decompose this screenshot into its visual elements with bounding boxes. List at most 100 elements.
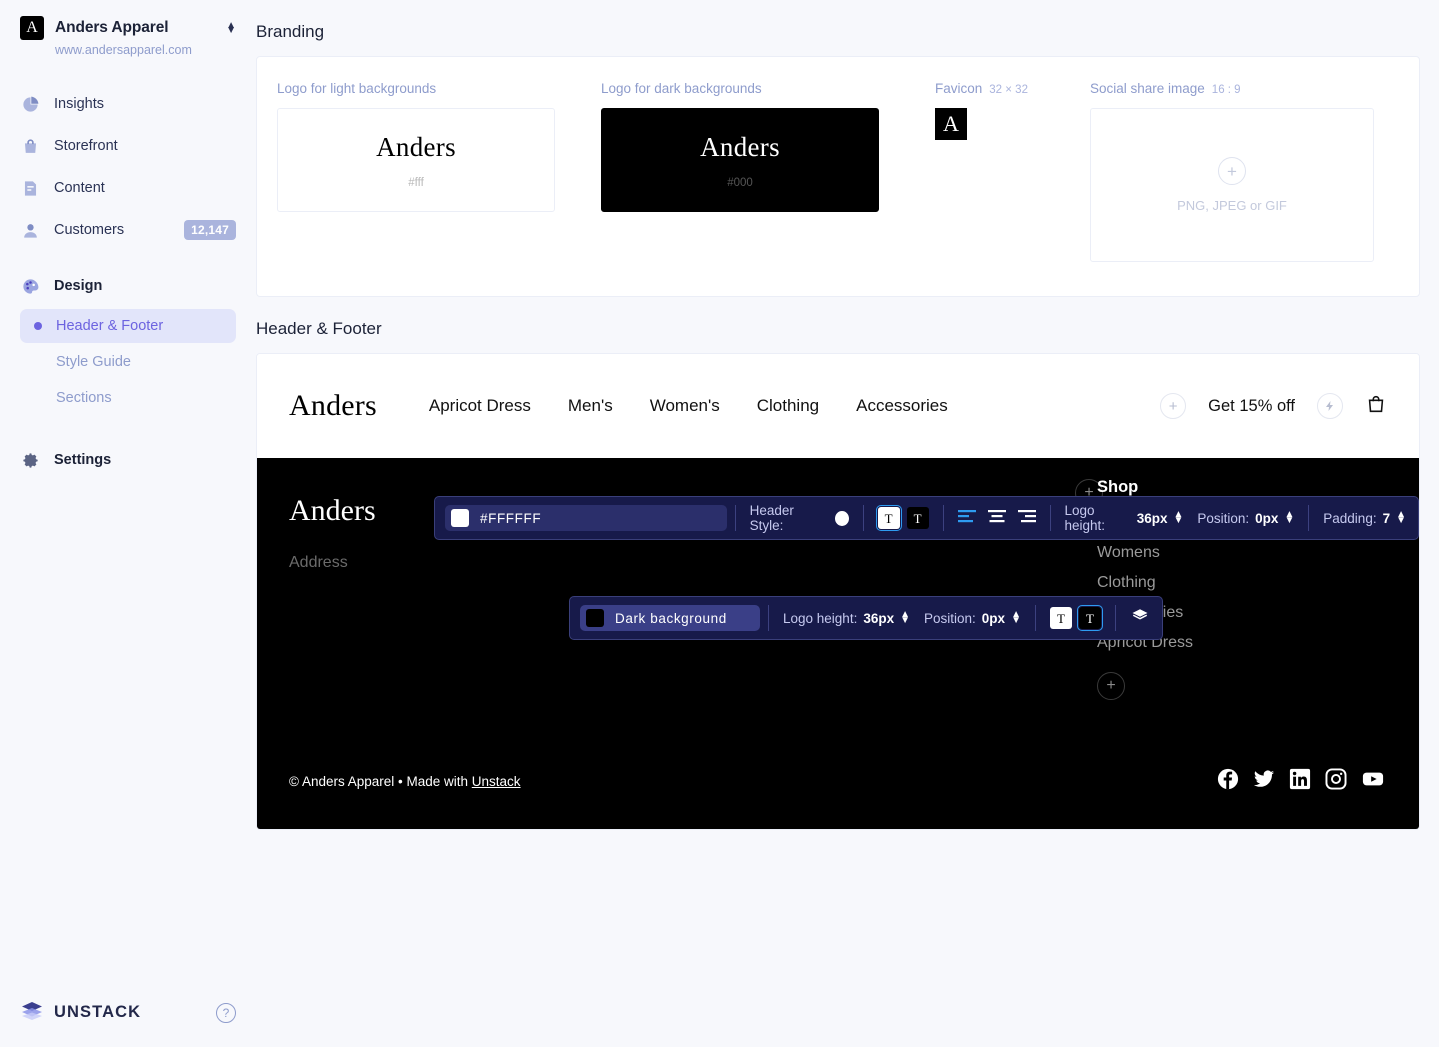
text-dark-icon[interactable]: T xyxy=(907,507,929,529)
sidebar-item-style-guide[interactable]: Style Guide xyxy=(20,345,236,379)
sidebar-item-sections[interactable]: Sections xyxy=(20,381,236,415)
sidebar-item-storefront[interactable]: Storefront xyxy=(0,125,256,167)
social-share-dropzone[interactable]: + PNG, JPEG or GIF xyxy=(1090,108,1374,262)
layers-icon[interactable] xyxy=(1130,607,1150,630)
workspace-url[interactable]: www.andersapparel.com xyxy=(0,40,256,57)
shopping-bag-icon[interactable] xyxy=(1365,393,1387,420)
unstack-logo-icon xyxy=(20,998,44,1027)
logo-height-stepper[interactable]: ▲▼ xyxy=(900,612,910,624)
linkedin-icon[interactable] xyxy=(1289,768,1311,795)
social-share-ratio-hint: 16 : 9 xyxy=(1212,84,1241,96)
position-label: Position: xyxy=(924,611,976,626)
align-left-icon[interactable] xyxy=(958,509,976,528)
sidebar-item-label: Content xyxy=(54,180,236,196)
add-nav-item-icon[interactable]: + xyxy=(1160,393,1186,419)
footer-settings-toolbar: Dark background Logo height: 36px ▲▼ Pos… xyxy=(569,596,1163,640)
nav-link-mens[interactable]: Men's xyxy=(568,396,613,416)
header-footer-section-title: Header & Footer xyxy=(256,297,1439,353)
sidebar-item-design[interactable]: Design xyxy=(0,265,256,307)
position-stepper[interactable]: ▲▼ xyxy=(1011,612,1021,624)
social-share-label: Social share image16 : 9 xyxy=(1090,81,1374,96)
header-style-group: Header Style: xyxy=(738,497,861,539)
favicon-label-text: Favicon xyxy=(935,81,982,96)
logo-height-label: Logo height: xyxy=(1064,503,1130,533)
nav-link-apricot-dress[interactable]: Apricot Dress xyxy=(429,396,531,416)
position-label: Position: xyxy=(1197,511,1249,526)
footer-logo-height-group: Logo height: 36px ▲▼ xyxy=(771,597,922,639)
divider xyxy=(768,605,769,631)
shopping-bag-icon xyxy=(20,136,40,156)
header-padding-group: Padding: 7 ▲▼ xyxy=(1311,497,1418,539)
sidebar-item-customers[interactable]: Customers 12,147 xyxy=(0,209,256,251)
header-logo-height-group: Logo height: 36px ▲▼ xyxy=(1052,497,1195,539)
header-color-field[interactable]: #FFFFFF xyxy=(445,505,727,531)
footer-background-field[interactable]: Dark background xyxy=(580,605,760,631)
sidebar-item-label: Settings xyxy=(54,452,236,468)
header-footer-panel: Anders Apricot Dress Men's Women's Cloth… xyxy=(256,353,1420,830)
lightning-bolt-icon[interactable] xyxy=(1317,393,1343,419)
color-swatch-icon[interactable] xyxy=(451,509,469,527)
align-right-icon[interactable] xyxy=(1018,509,1036,528)
social-share-upload-hint: PNG, JPEG or GIF xyxy=(1177,198,1287,213)
plus-icon[interactable]: + xyxy=(1218,157,1246,185)
divider xyxy=(1115,605,1116,631)
twitter-icon[interactable] xyxy=(1253,768,1275,795)
divider xyxy=(735,505,736,531)
sidebar-item-header-footer[interactable]: Header & Footer xyxy=(20,309,236,343)
workspace-switcher[interactable]: A Anders Apparel ▲▼ xyxy=(0,0,256,40)
divider xyxy=(1050,505,1051,531)
filled-circle-icon[interactable] xyxy=(835,511,849,526)
social-share-field: Social share image16 : 9 + PNG, JPEG or … xyxy=(1090,81,1374,262)
favicon-label: Favicon32 × 32 xyxy=(935,81,1028,96)
sidebar-item-insights[interactable]: Insights xyxy=(0,83,256,125)
add-footer-link-icon[interactable]: + xyxy=(1097,672,1125,700)
site-header-nav: Apricot Dress Men's Women's Clothing Acc… xyxy=(429,396,1160,416)
color-swatch-icon[interactable] xyxy=(586,609,604,627)
light-logo-preview[interactable]: Anders #fff xyxy=(277,108,555,212)
dark-logo-preview[interactable]: Anders #000 xyxy=(601,108,879,212)
padding-label: Padding: xyxy=(1323,511,1376,526)
site-header-preview[interactable]: Anders Apricot Dress Men's Women's Cloth… xyxy=(257,354,1419,458)
logo-height-value: 36px xyxy=(1137,511,1168,526)
footer-link-womens[interactable]: Womens xyxy=(1097,544,1297,562)
nav-link-accessories[interactable]: Accessories xyxy=(856,396,948,416)
nav-link-womens[interactable]: Women's xyxy=(650,396,720,416)
dark-logo-hex: #000 xyxy=(727,177,753,189)
workspace-name: Anders Apparel xyxy=(55,19,215,37)
instagram-icon[interactable] xyxy=(1325,768,1347,795)
site-header-actions: + Get 15% off xyxy=(1160,393,1387,420)
padding-stepper[interactable]: ▲▼ xyxy=(1396,512,1406,524)
footer-text-color-group: T T xyxy=(1038,597,1113,639)
position-stepper[interactable]: ▲▼ xyxy=(1284,512,1294,524)
text-light-icon[interactable]: T xyxy=(1050,607,1072,629)
header-position-group: Position: 0px ▲▼ xyxy=(1195,497,1306,539)
footer-column-title: Shop xyxy=(1097,478,1297,497)
text-dark-icon[interactable]: T xyxy=(1079,607,1101,629)
footer-copyright-link[interactable]: Unstack xyxy=(472,774,521,789)
promo-label[interactable]: Get 15% off xyxy=(1208,397,1295,416)
document-icon xyxy=(20,178,40,198)
nav-link-clothing[interactable]: Clothing xyxy=(757,396,819,416)
sidebar-item-label: Storefront xyxy=(54,138,236,154)
sidebar-item-settings[interactable]: Settings xyxy=(0,439,256,481)
footer-background-label: Dark background xyxy=(615,611,727,626)
sidebar-item-label: Insights xyxy=(54,96,236,112)
favicon-preview[interactable]: A xyxy=(935,108,967,140)
logo-height-stepper[interactable]: ▲▼ xyxy=(1173,512,1183,524)
help-icon[interactable]: ? xyxy=(216,1003,236,1023)
main-content: Branding Logo for light backgrounds Ande… xyxy=(256,0,1439,1047)
footer-social-links xyxy=(1217,768,1385,795)
customers-count-badge: 12,147 xyxy=(184,220,236,240)
palette-icon xyxy=(20,276,40,296)
chevron-up-down-icon[interactable]: ▲▼ xyxy=(226,23,236,34)
text-light-icon[interactable]: T xyxy=(878,507,900,529)
align-center-icon[interactable] xyxy=(988,509,1006,528)
branding-panel: Logo for light backgrounds Anders #fff L… xyxy=(256,56,1420,297)
sidebar-item-label: Customers xyxy=(54,222,170,238)
youtube-icon[interactable] xyxy=(1361,768,1385,795)
header-text-color-group: T T xyxy=(866,497,941,539)
dark-logo-label: Logo for dark backgrounds xyxy=(601,81,879,96)
sidebar-item-content[interactable]: Content xyxy=(0,167,256,209)
facebook-icon[interactable] xyxy=(1217,768,1239,795)
footer-link-clothing[interactable]: Clothing xyxy=(1097,574,1297,592)
